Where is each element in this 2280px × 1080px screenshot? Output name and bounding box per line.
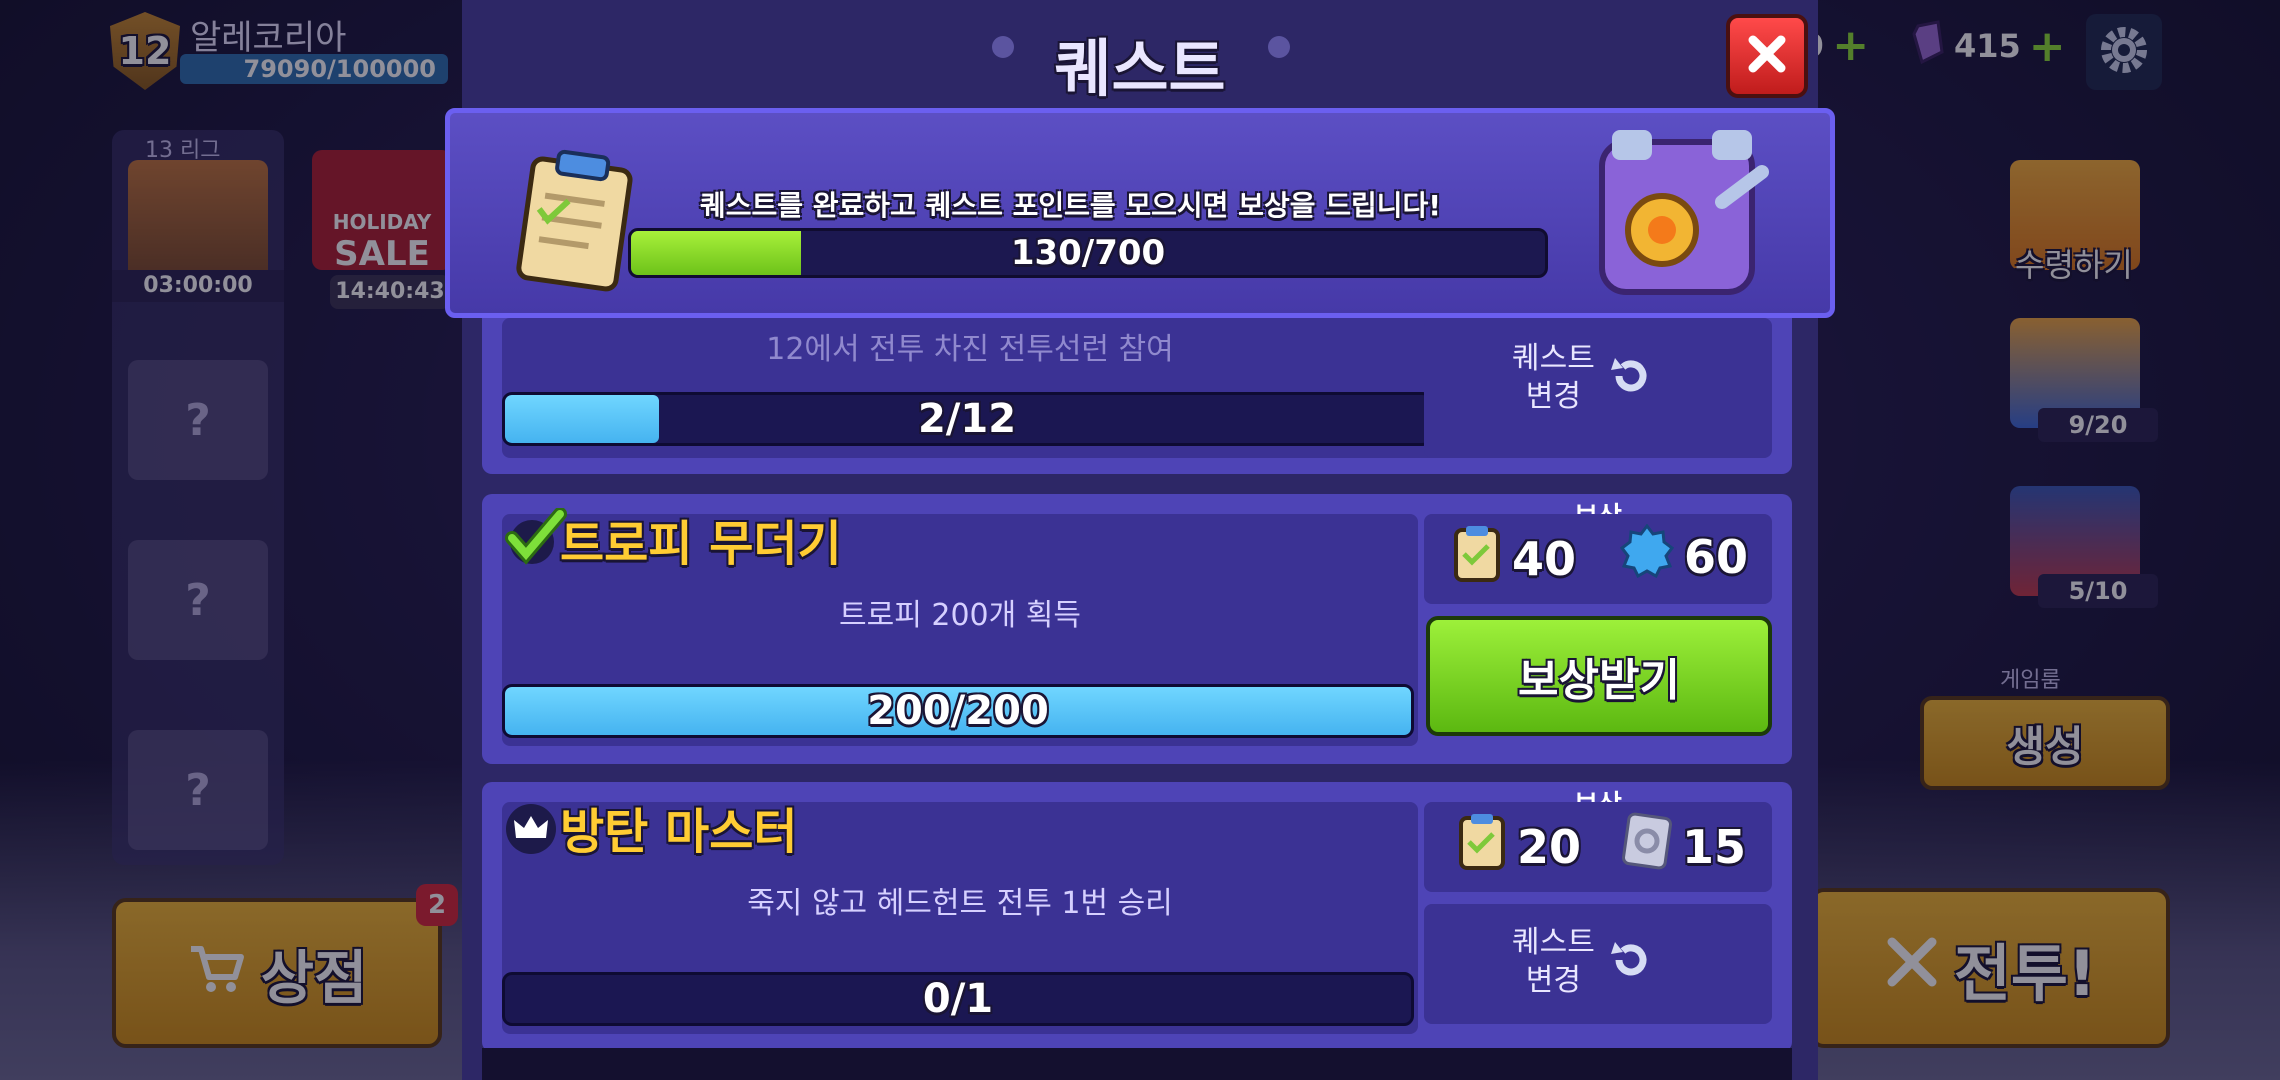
badge-coin-icon [1619,523,1675,589]
quest-3-progress-bar: 0/1 [502,972,1414,1026]
quest-2-reward-qp: 40 [1452,524,1576,593]
quest-2-title: 트로피 무더기 [560,516,842,572]
check-icon [504,507,568,572]
crown-icon [504,802,558,860]
modal-title: 퀘스트 [1054,32,1226,105]
quest-2-progress-text: 200/200 [867,688,1049,734]
quest-1-change-panel[interactable]: 퀘스트 변경 [1424,318,1772,458]
close-icon [1745,32,1789,80]
quest-3-progress-text: 0/1 [922,976,994,1022]
refresh-icon [1605,934,1657,990]
quest-3-change-button[interactable]: 퀘스트 변경 [1512,924,1657,1000]
claim-reward-button[interactable]: 보상받기 [1426,616,1772,736]
title-ornament-right [1268,36,1290,58]
close-button[interactable] [1726,14,1808,98]
quest-points-text: 130/700 [1010,233,1166,273]
quest-points-icon [1452,524,1502,593]
reward-cube-icon[interactable] [1572,112,1792,312]
quest-3-change-panel[interactable]: 퀘스트 변경 [1424,904,1772,1024]
gear-card-icon [1622,812,1672,881]
quest-points-icon [1457,812,1507,881]
quest-3-reward-qp: 20 [1457,812,1581,881]
quest-list[interactable]: 12에서 전투 차진 전투선런 참여 2/12 퀘스트 변경 트로피 무더기 트… [482,318,1792,1080]
quest-3-description: 죽지 않고 헤드헌트 전투 1번 승리 [747,886,1173,921]
refresh-icon [1605,350,1657,406]
quest-2-reward-gold: 60 [1619,523,1748,589]
quest-card-2: 트로피 무더기 트로피 200개 획득 200/200 보상 40 60 보상받… [482,494,1792,764]
quest-1-progress-text: 2/12 [917,396,1017,442]
quest-1-description: 12에서 전투 차진 전투선런 참여 [766,332,1174,367]
change-label: 퀘스트 변경 [1512,925,1595,998]
quest-card-1: 12에서 전투 차진 전투선런 참여 2/12 퀘스트 변경 [482,318,1792,474]
list-bottom-edge [482,1048,1792,1080]
quest-3-reward-card: 15 [1622,812,1746,881]
quest-3-title: 방탄 마스터 [560,804,798,860]
quest-card-3: 방탄 마스터 죽지 않고 헤드헌트 전투 1번 승리 0/1 보상 20 15 … [482,782,1792,1052]
change-label: 퀘스트 변경 [1512,341,1595,414]
quest-2-progress-bar: 200/200 [502,684,1414,738]
quest-1-progress-bar: 2/12 [502,392,1432,446]
quest-1-change-button[interactable]: 퀘스트 변경 [1512,340,1657,416]
quest-2-description: 트로피 200개 획득 [839,598,1081,633]
banner-description: 퀘스트를 완료하고 퀘스트 포인트를 모으시면 보상을 드립니다! [700,189,1442,222]
clipboard-icon [511,143,639,297]
